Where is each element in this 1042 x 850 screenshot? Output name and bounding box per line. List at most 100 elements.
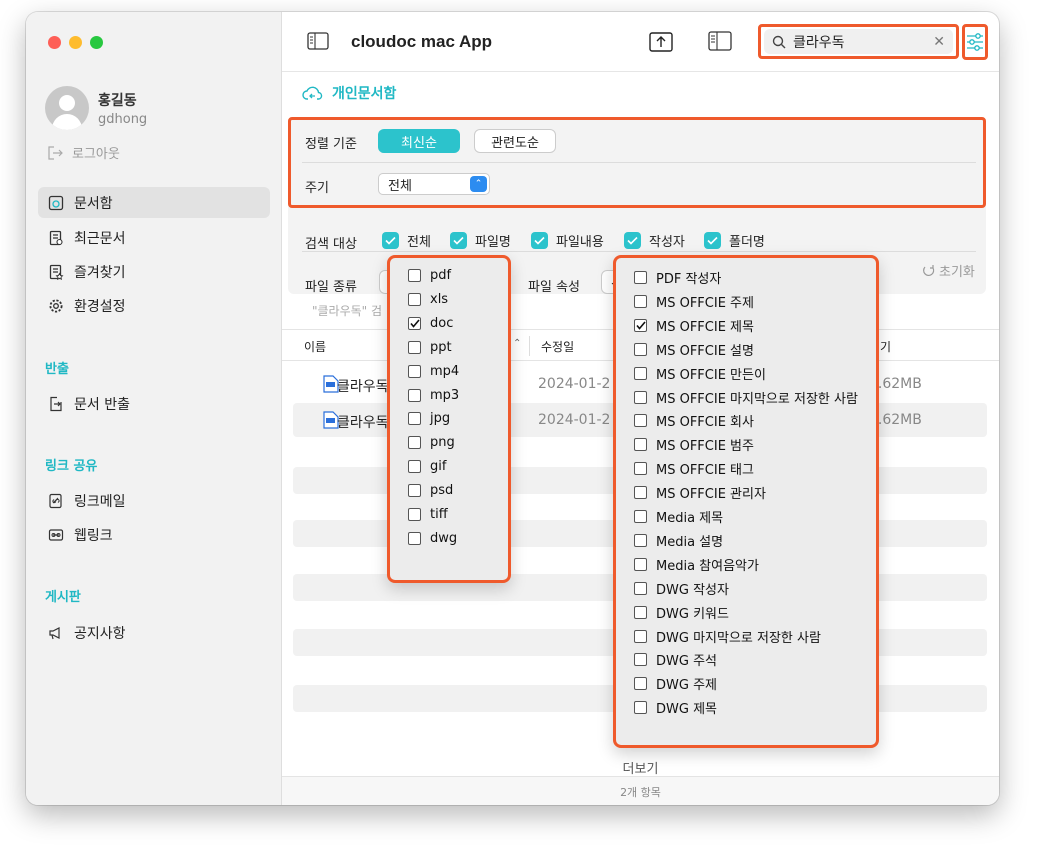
menu-option[interactable]: MS OFFCIE 만든이 [634,364,766,383]
menu-option[interactable]: DWG 마지막으로 저장한 사람 [634,627,821,646]
main-content: cloudoc mac App 클라우독 ✕ 개인문서함 정렬 기준 최신순 관… [282,12,999,805]
breadcrumb[interactable]: 개인문서함 [302,83,396,103]
menu-option[interactable]: mp4 [408,364,459,379]
divider [302,162,976,163]
filter-button[interactable] [962,24,988,60]
menu-option[interactable]: Media 제목 [634,507,723,526]
sidebar-item-label: 웹링크 [74,527,113,544]
sidebar-item-favorites[interactable]: 즐겨찾기 [38,256,270,287]
menu-option[interactable]: Media 설명 [634,531,723,550]
web-link-icon [48,528,64,541]
search-input[interactable]: 클라우독 [793,32,845,52]
menu-option[interactable]: tiff [408,507,448,522]
sidebar-item-link-mail[interactable]: 링크메일 [38,485,270,516]
reset-button[interactable]: 초기화 [922,261,975,280]
sort-relevance-button[interactable]: 관련도순 [474,129,556,153]
period-select[interactable]: 전체 ⌃ [378,173,490,195]
menu-option[interactable]: gif [408,459,446,474]
file-name: 클라우독 [337,415,389,431]
column-modified[interactable]: 수정일 [541,338,574,355]
menu-option[interactable]: MS OFFCIE 태그 [634,459,754,478]
inbox-icon [48,195,64,210]
checkbox-icon [408,388,421,402]
user-id: gdhong [98,112,148,127]
sidebar-item-settings[interactable]: 환경설정 [38,290,270,321]
menu-option[interactable]: DWG 키워드 [634,603,729,622]
menu-option[interactable]: MS OFFCIE 마지막으로 저장한 사람 [634,388,858,407]
menu-option[interactable]: DWG 주석 [634,650,717,669]
menu-option-label: ppt [430,339,452,355]
target-filename-checkbox[interactable]: 파일명 [450,231,511,250]
menu-option[interactable]: ppt [408,340,452,355]
menu-option[interactable]: xls [408,292,448,307]
section-head-export: 반출 [45,362,69,377]
sidebar: 홍길동 gdhong 로그아웃 문서함 최근문서 즐겨찾기 환경설정 반출 문서… [26,12,282,805]
menu-option[interactable]: DWG 제목 [634,698,717,717]
menu-option[interactable]: pdf [408,268,451,283]
sort-latest-button[interactable]: 최신순 [378,129,460,153]
menu-option[interactable]: Media 참여음악가 [634,555,759,574]
clear-search-icon[interactable]: ✕ [933,34,945,50]
sidebar-item-label: 공지사항 [74,625,126,642]
checkbox-icon [634,557,647,571]
close-window-button[interactable] [48,36,61,49]
menu-option-label: MS OFFCIE 범주 [656,439,754,455]
target-content-checkbox[interactable]: 파일내용 [531,231,604,250]
menu-option-label: MS OFFCIE 마지막으로 저장한 사람 [656,391,858,407]
menu-option-label: MS OFFCIE 태그 [656,463,754,479]
menu-option[interactable]: doc [408,316,453,331]
menu-option[interactable]: DWG 주제 [634,674,717,693]
minimize-window-button[interactable] [69,36,82,49]
checkbox-icon [634,629,647,643]
menu-option[interactable]: MS OFFCIE 제목 [634,316,754,335]
checkbox-icon [634,510,647,523]
logout-button[interactable]: 로그아웃 [48,143,120,162]
menu-option[interactable]: mp3 [408,388,459,403]
menu-option[interactable]: DWG 작성자 [634,579,729,598]
column-name[interactable]: 이름 [304,338,326,355]
column-size[interactable]: 기 [880,338,891,355]
menu-option[interactable]: jpg [408,411,450,426]
search-field[interactable]: 클라우독 ✕ [764,29,953,54]
checkbox-icon [634,653,647,667]
upload-icon[interactable] [649,30,673,52]
sidebar-item-recent[interactable]: 최근문서 [38,222,270,253]
load-more-button[interactable]: 더보기 [282,758,999,777]
checkmark-icon [382,232,399,249]
menu-option-label: DWG 주제 [656,678,717,694]
menu-option[interactable]: MS OFFCIE 회사 [634,411,754,430]
menu-option[interactable]: png [408,435,455,450]
target-author-checkbox[interactable]: 작성자 [624,231,685,250]
sidebar-toggle-icon[interactable] [307,32,329,50]
menu-option[interactable]: PDF 작성자 [634,268,721,287]
target-folder-checkbox[interactable]: 폴더명 [704,231,765,250]
menu-option-label: DWG 주석 [656,654,717,670]
sidebar-item-inbox[interactable]: 문서함 [38,187,270,218]
sidebar-item-web-link[interactable]: 웹링크 [38,519,270,550]
menu-option[interactable]: MS OFFCIE 범주 [634,435,754,454]
menu-option[interactable]: MS OFFCIE 설명 [634,340,754,359]
window-controls [48,36,103,49]
section-head-board: 게시판 [45,590,81,605]
menu-option[interactable]: psd [408,483,453,498]
checkbox-icon [408,436,421,450]
menu-option[interactable]: MS OFFCIE 주제 [634,292,754,311]
panel-toggle-icon[interactable] [708,30,732,52]
period-label: 주기 [305,181,329,196]
menu-option[interactable]: MS OFFCIE 관리자 [634,483,766,502]
menu-option-label: MS OFFCIE 관리자 [656,487,766,503]
menu-option-label: doc [430,315,454,331]
checkbox-icon [408,364,421,378]
target-all-checkbox[interactable]: 전체 [382,231,431,250]
sort-asc-icon[interactable]: ⌃ [513,338,521,349]
target-label: 작성자 [649,235,685,250]
zoom-window-button[interactable] [90,36,103,49]
checkbox-icon [408,412,421,426]
checkmark-icon [450,232,467,249]
result-summary: "클라우독" 검 [312,304,383,318]
sidebar-item-export[interactable]: 문서 반출 [38,388,270,419]
divider [302,251,976,252]
column-divider [529,336,530,356]
sidebar-item-notice[interactable]: 공지사항 [38,617,270,648]
menu-option[interactable]: dwg [408,531,457,546]
